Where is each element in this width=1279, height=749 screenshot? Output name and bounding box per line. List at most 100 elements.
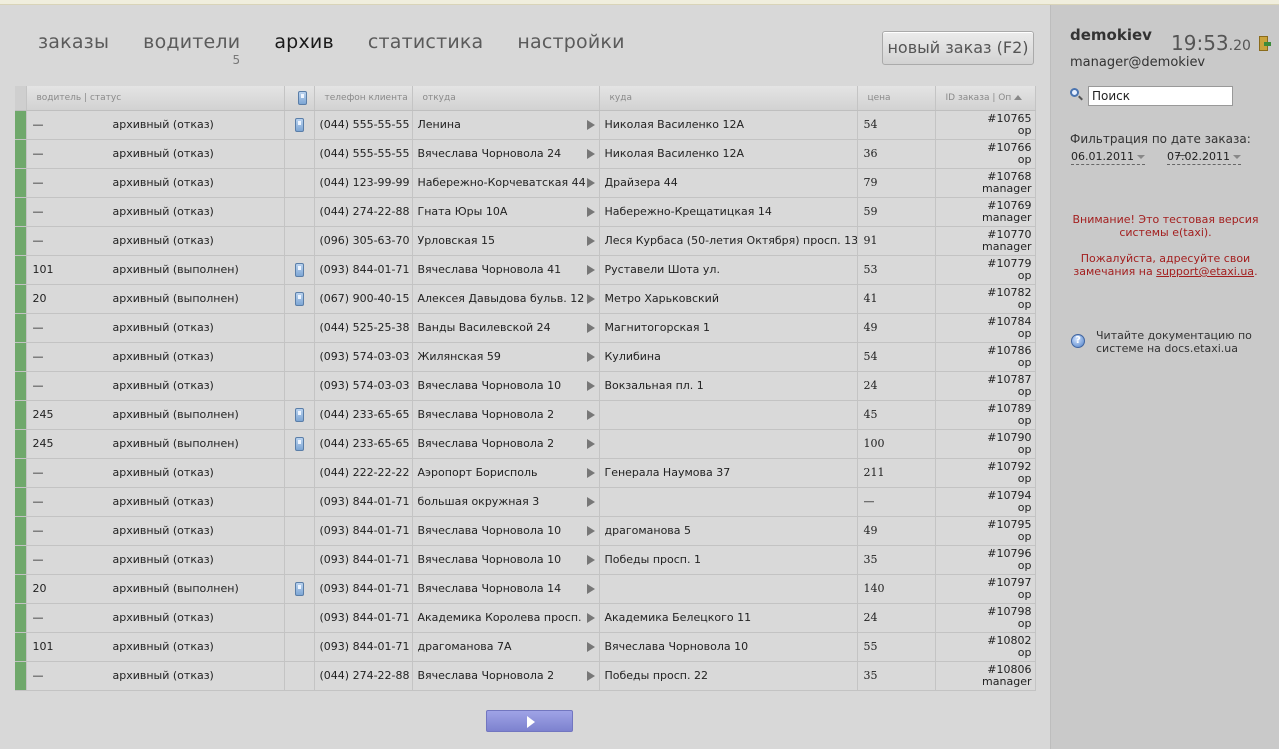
- nav-archive[interactable]: архив: [274, 31, 334, 53]
- header-mobile[interactable]: [284, 86, 315, 111]
- order-id[interactable]: #10790: [936, 431, 1031, 444]
- from-address: Урловская 15: [417, 234, 495, 247]
- mobile-phone-icon: [294, 407, 304, 422]
- order-id[interactable]: #10802: [936, 634, 1031, 647]
- arrow-right-icon: [586, 670, 595, 681]
- order-id[interactable]: #10795: [936, 518, 1031, 531]
- header-order-id[interactable]: ID заказа | Оп: [935, 86, 1036, 111]
- next-page-button[interactable]: [486, 710, 573, 732]
- table-row[interactable]: — архивный (отказ) (096) 305-63-70 Урловска…: [15, 226, 1036, 256]
- mobile-cell: [284, 400, 315, 430]
- from-address: Вячеслава Чорновола 10: [417, 524, 562, 537]
- table-row[interactable]: — архивный (отказ) (093) 574-03-03 Жилянска…: [15, 342, 1036, 372]
- table-row[interactable]: — архивный (отказ) (093) 844-01-71 Вячеслав…: [15, 545, 1036, 575]
- order-id[interactable]: #10798: [936, 605, 1031, 618]
- order-id[interactable]: #10784: [936, 315, 1031, 328]
- order-id-cell: #10802 ор: [935, 632, 1036, 662]
- mobile-cell: [284, 342, 315, 372]
- table-row[interactable]: — архивный (отказ) (044) 555-55-55 Ленина Ни…: [15, 110, 1036, 140]
- order-id[interactable]: #10796: [936, 547, 1031, 560]
- operator-name: manager: [982, 181, 1032, 195]
- table-row[interactable]: — архивный (отказ) (044) 222-22-22 Аэропорт…: [15, 458, 1036, 488]
- order-id[interactable]: #10769: [936, 199, 1031, 212]
- table-row[interactable]: — архивный (отказ) (093) 844-01-71 Академик…: [15, 603, 1036, 633]
- table-row[interactable]: 20 архивный (выполнен) (093) 844-01-71 Вяче…: [15, 574, 1036, 604]
- table-row[interactable]: — архивный (отказ) (044) 525-25-38 Ванды Ва…: [15, 313, 1036, 343]
- docs-link-text[interactable]: Читайте документацию по системе на docs.…: [1096, 329, 1271, 355]
- support-email-link[interactable]: support@etaxi.ua: [1156, 265, 1254, 278]
- table-row[interactable]: 101 архивный (выполнен) (093) 844-01-71 Вяч…: [15, 255, 1036, 285]
- order-status: архивный (отказ): [112, 553, 214, 566]
- client-phone-cell: (044) 274-22-88: [314, 197, 413, 227]
- order-id[interactable]: #10765: [936, 112, 1031, 125]
- header-to[interactable]: куда: [599, 86, 858, 111]
- row-status-marker: [15, 458, 27, 488]
- table-row[interactable]: — архивный (отказ) (044) 555-55-55 Вячеслав…: [15, 139, 1036, 169]
- nav-statistics[interactable]: статистика: [368, 31, 484, 53]
- table-header-row: водитель | статус телефон клиента откуда…: [15, 86, 1036, 111]
- client-phone-cell: (093) 574-03-03: [314, 371, 413, 401]
- table-row[interactable]: — архивный (отказ) (044) 274-22-88 Гната Юр…: [15, 197, 1036, 227]
- arrow-right-icon: [586, 351, 595, 362]
- order-id[interactable]: #10806: [936, 663, 1031, 676]
- order-id[interactable]: #10770: [936, 228, 1031, 241]
- search-input[interactable]: [1088, 86, 1233, 106]
- header-client-phone[interactable]: телефон клиента: [314, 86, 413, 111]
- header-driver-status[interactable]: водитель | статус: [26, 86, 285, 111]
- operator-name: ор: [1017, 471, 1032, 485]
- mobile-cell: [284, 168, 315, 198]
- table-row[interactable]: 20 архивный (выполнен) (067) 900-40-15 Алек…: [15, 284, 1036, 314]
- table-row[interactable]: — архивный (отказ) (044) 274-22-88 Вячеслав…: [15, 661, 1036, 691]
- order-id[interactable]: #10789: [936, 402, 1031, 415]
- mobile-cell: [284, 516, 315, 546]
- table-row[interactable]: 245 архивный (выполнен) (044) 233-65-65 Вяч…: [15, 400, 1036, 430]
- table-row[interactable]: — архивный (отказ) (093) 574-03-03 Вячеслав…: [15, 371, 1036, 401]
- price-cell: 41: [857, 284, 936, 314]
- order-id-cell: #10768 manager: [935, 168, 1036, 198]
- driver-status-cell: — архивный (отказ): [26, 487, 285, 517]
- row-status-marker: [15, 313, 27, 343]
- date-from-select[interactable]: 06.01.2011: [1071, 150, 1145, 165]
- table-row[interactable]: — архивный (отказ) (093) 844-01-71 большая …: [15, 487, 1036, 517]
- order-id[interactable]: #10797: [936, 576, 1031, 589]
- table-row[interactable]: — архивный (отказ) (093) 844-01-71 Вячеслав…: [15, 516, 1036, 546]
- order-id[interactable]: #10766: [936, 141, 1031, 154]
- mobile-phone-icon: [294, 291, 304, 306]
- mobile-cell: [284, 110, 315, 140]
- price-cell: 49: [857, 313, 936, 343]
- to-address-cell: [599, 487, 858, 517]
- to-address-cell: Магнитогорская 1: [599, 313, 858, 343]
- mobile-cell: [284, 255, 315, 285]
- new-order-button[interactable]: новый заказ (F2): [882, 31, 1034, 65]
- exit-icon[interactable]: [1257, 36, 1271, 51]
- header-from[interactable]: откуда: [412, 86, 600, 111]
- order-id[interactable]: #10779: [936, 257, 1031, 270]
- from-address: Вячеслава Чорновола 10: [417, 553, 562, 566]
- order-id[interactable]: #10794: [936, 489, 1031, 502]
- order-id[interactable]: #10792: [936, 460, 1031, 473]
- nav-orders[interactable]: заказы: [38, 31, 109, 53]
- date-to-select[interactable]: 07.02.2011: [1167, 150, 1241, 165]
- table-row[interactable]: 101 архивный (отказ) (093) 844-01-71 драгом…: [15, 632, 1036, 662]
- nav-drivers[interactable]: водители 5: [143, 31, 240, 67]
- next-page-icon: [527, 716, 535, 728]
- from-address-cell: Аэропорт Борисполь: [412, 458, 600, 488]
- nav-settings[interactable]: настройки: [517, 31, 624, 53]
- order-id[interactable]: #10782: [936, 286, 1031, 299]
- table-row[interactable]: 245 архивный (выполнен) (044) 233-65-65 Вяч…: [15, 429, 1036, 459]
- arrow-right-icon: [586, 322, 595, 333]
- table-row[interactable]: — архивный (отказ) (044) 123-99-99 Набережн…: [15, 168, 1036, 198]
- order-id[interactable]: #10787: [936, 373, 1031, 386]
- driver-number: 101: [32, 263, 54, 276]
- to-address-cell: Победы просп. 22: [599, 661, 858, 691]
- main-nav: заказы водители 5 архив статистика настр…: [38, 31, 659, 67]
- price-cell: 55: [857, 632, 936, 662]
- client-phone-cell: (093) 844-01-71: [314, 255, 413, 285]
- from-address: Вячеслава Чорновола 2: [417, 408, 555, 421]
- from-address: Ванды Василевской 24: [417, 321, 551, 334]
- header-price[interactable]: цена: [857, 86, 936, 111]
- price-cell: 91: [857, 226, 936, 256]
- order-id[interactable]: #10786: [936, 344, 1031, 357]
- order-id[interactable]: #10768: [936, 170, 1031, 183]
- order-id-cell: #10769 manager: [935, 197, 1036, 227]
